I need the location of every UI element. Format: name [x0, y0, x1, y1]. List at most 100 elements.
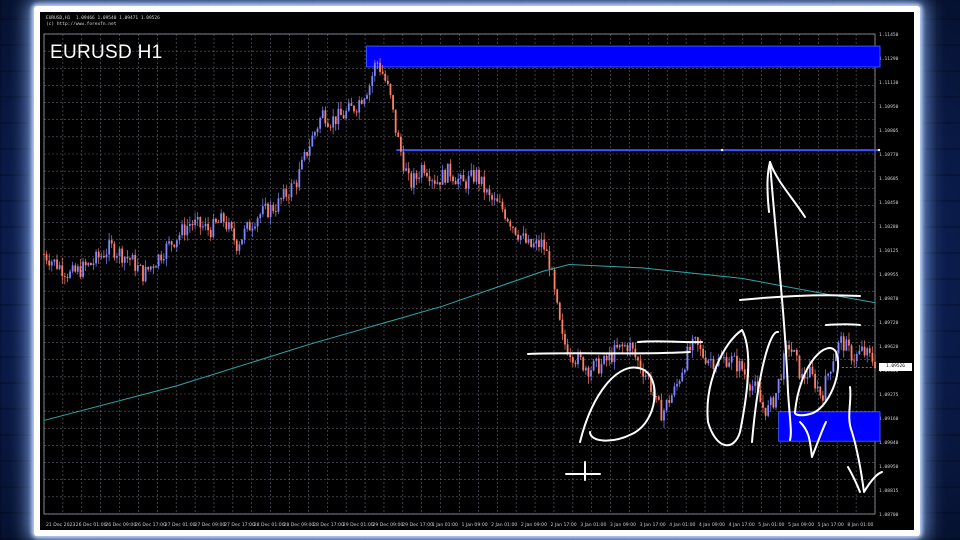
- source-credit: (c) http://www.forexfn.net: [46, 22, 117, 27]
- candle-body: [691, 338, 694, 351]
- candle-body: [587, 367, 590, 377]
- candle-body: [858, 350, 861, 355]
- candle-body: [413, 173, 415, 188]
- candle-body: [775, 392, 777, 408]
- candle-body: [155, 266, 157, 268]
- candle-body: [173, 244, 176, 247]
- candle-body: [248, 222, 251, 231]
- candle-body: [699, 344, 702, 349]
- candle-body: [358, 100, 361, 113]
- y-tick-label: 1.11130: [879, 80, 899, 86]
- candle-body: [519, 235, 522, 240]
- candle-body: [144, 266, 147, 282]
- x-tick-label: 2 Jan 09:00: [521, 522, 547, 528]
- candle-body: [228, 222, 230, 230]
- candle-body: [806, 377, 809, 379]
- candle-body: [277, 198, 280, 212]
- candle-body: [66, 276, 69, 278]
- candle-body: [488, 189, 491, 196]
- candle-body: [225, 221, 228, 230]
- x-tick-label: 29 Dec 17:00: [402, 522, 433, 528]
- candle-body: [238, 244, 241, 251]
- candle-body: [696, 337, 699, 345]
- candle-body: [175, 240, 178, 247]
- candle-body: [743, 369, 746, 375]
- candle-body: [300, 159, 303, 170]
- candle-body: [61, 265, 64, 277]
- candle-body: [832, 361, 835, 372]
- candle-body: [87, 262, 90, 266]
- candle-body: [762, 402, 764, 408]
- candle-body: [181, 224, 183, 236]
- candle-body: [819, 386, 822, 396]
- candle-body: [410, 173, 413, 188]
- candle-body: [694, 337, 697, 339]
- candle-body: [465, 181, 467, 189]
- candle-body: [522, 233, 525, 236]
- candle-body: [626, 345, 629, 352]
- candle-body: [577, 352, 579, 365]
- candle-body: [821, 395, 824, 401]
- chart-info-line: EURUSD,H1 1.09466 1.09540 1.09471 1.0952…: [46, 16, 160, 28]
- candle-body: [736, 355, 738, 372]
- candle-body: [282, 189, 285, 199]
- candle-body: [353, 105, 355, 112]
- ohlc-readout: EURUSD,H1 1.09466 1.09540 1.09471 1.0952…: [46, 16, 160, 21]
- x-tick-label: 5 Jan 09:00: [788, 522, 814, 528]
- x-tick-label: 26 Dec 01:00: [76, 522, 107, 528]
- candle-body: [306, 151, 309, 156]
- candle-body: [121, 248, 124, 263]
- candle-body: [48, 260, 51, 266]
- candle-body: [793, 349, 796, 352]
- candle-body: [186, 226, 189, 236]
- candle-body: [212, 218, 215, 238]
- price-chart[interactable]: 1.11450 1.11290 1.11130 1.10950 1.10805 1.107…: [40, 12, 914, 530]
- candle-body: [264, 203, 267, 207]
- candle-body: [290, 183, 293, 198]
- x-tick-label: 29 Dec 09:00: [372, 522, 403, 528]
- x-tick-label: 26 Dec 17:00: [135, 522, 166, 528]
- candle-body: [631, 342, 634, 349]
- candle-body: [798, 355, 801, 379]
- candle-body: [243, 228, 246, 240]
- candle-body: [209, 230, 212, 238]
- candle-body: [457, 178, 460, 185]
- candle-body: [504, 209, 506, 219]
- candle-body: [543, 239, 546, 250]
- candle-body: [162, 258, 165, 261]
- x-tick-label: 5 Jan 01:00: [758, 522, 784, 528]
- candle-body: [668, 400, 671, 403]
- candle-body: [139, 265, 142, 266]
- y-tick-label: 1.09620: [879, 344, 899, 350]
- candle-body: [384, 73, 387, 81]
- candle-body: [394, 109, 397, 133]
- chart-window[interactable]: 1.11450 1.11290 1.11130 1.10950 1.10805 1.107…: [40, 12, 914, 530]
- candle-body: [170, 241, 173, 245]
- candle-body: [709, 358, 712, 361]
- y-tick-label: 1.09870: [879, 296, 899, 302]
- candle-body: [861, 346, 863, 351]
- candle-body: [621, 344, 624, 347]
- candle-body: [76, 266, 79, 272]
- candle-body: [261, 206, 264, 215]
- candle-body: [324, 110, 327, 124]
- candle-body: [678, 381, 681, 384]
- candle-body: [241, 239, 243, 245]
- x-tick-label: 27 Dec 01:00: [165, 522, 196, 528]
- candle-body: [50, 261, 53, 266]
- candle-body: [509, 221, 512, 227]
- x-tick-label: 3 Jan 09:00: [610, 522, 636, 528]
- y-tick-label: 1.10950: [879, 104, 899, 110]
- candle-body: [535, 240, 538, 244]
- candle-body: [618, 344, 621, 348]
- candle-body: [251, 228, 254, 231]
- candle-body: [485, 189, 488, 193]
- candle-body: [663, 410, 665, 421]
- candle-body: [376, 62, 379, 64]
- candle-body: [532, 243, 535, 247]
- candle-body: [267, 203, 269, 218]
- candle-body: [149, 266, 152, 270]
- candle-body: [837, 342, 840, 354]
- current-price-tag: 1.09526: [879, 363, 912, 372]
- candle-body: [480, 176, 483, 185]
